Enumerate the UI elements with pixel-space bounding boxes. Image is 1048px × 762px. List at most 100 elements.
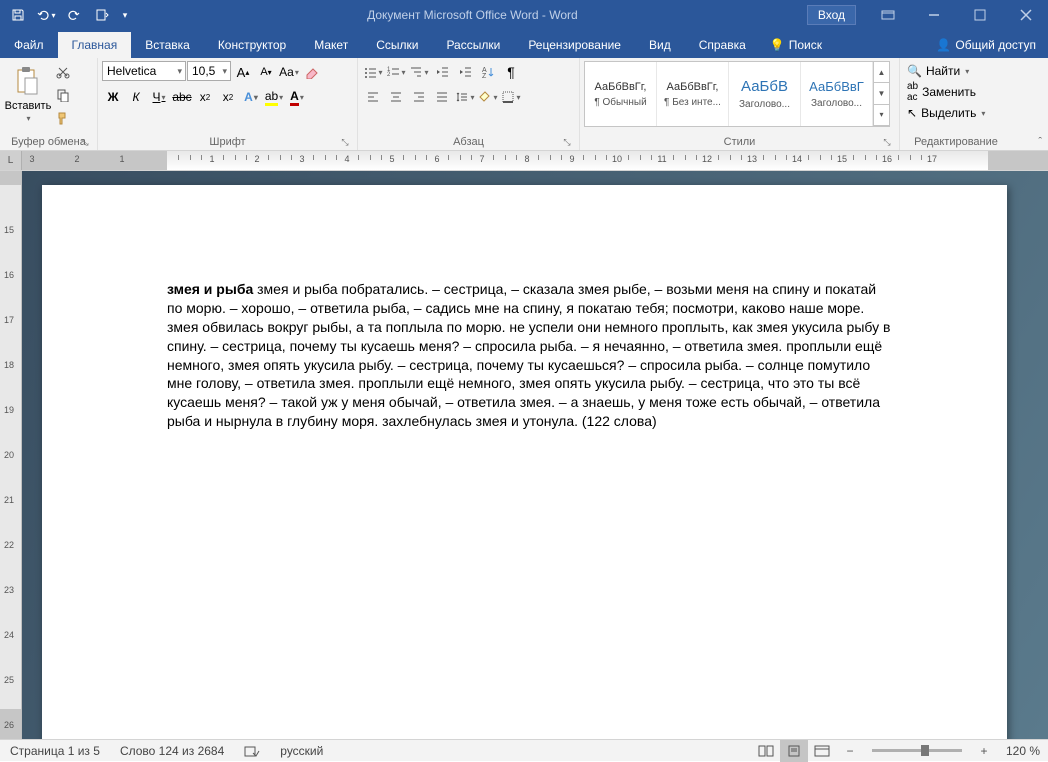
status-language[interactable]: русский [270, 744, 333, 758]
increase-indent-icon[interactable] [454, 61, 476, 83]
change-case-icon[interactable]: Aa▾ [278, 61, 300, 83]
paragraph-launcher-icon[interactable]: ⤡ [561, 137, 573, 149]
align-left-icon[interactable] [362, 86, 384, 108]
underline-button[interactable]: Ч▾ [148, 86, 170, 108]
styles-gallery-nav: ▲ ▼ ▾ [873, 62, 889, 126]
align-right-icon[interactable] [408, 86, 430, 108]
style-heading2[interactable]: АаБбВвГЗаголово... [801, 62, 873, 126]
shading-icon[interactable]: ▾ [477, 86, 499, 108]
undo-icon[interactable]: ▾ [34, 3, 58, 27]
font-launcher-icon[interactable]: ⤡ [339, 137, 351, 149]
multilevel-list-icon[interactable]: ▾ [408, 61, 430, 83]
justify-icon[interactable] [431, 86, 453, 108]
clipboard-launcher-icon[interactable]: ⤡ [79, 137, 91, 149]
styles-more-icon[interactable]: ▾ [874, 105, 889, 126]
select-button[interactable]: ↖Выделить▾ [904, 103, 988, 123]
clear-formatting-icon[interactable] [301, 61, 323, 83]
styles-down-icon[interactable]: ▼ [874, 83, 889, 104]
replace-button[interactable]: abacЗаменить [904, 82, 979, 102]
tab-design[interactable]: Конструктор [204, 32, 300, 58]
copy-icon[interactable] [52, 84, 74, 106]
zoom-slider[interactable] [872, 749, 962, 752]
qat-extra-icon[interactable] [90, 3, 114, 27]
lightbulb-icon: 💡 [770, 38, 785, 52]
maximize-icon[interactable] [958, 0, 1002, 30]
document-scroll[interactable]: змея и рыба змея и рыба побратались. – с… [22, 171, 1048, 739]
grow-font-icon[interactable]: A▴ [232, 61, 254, 83]
tab-review[interactable]: Рецензирование [514, 32, 635, 58]
align-center-icon[interactable] [385, 86, 407, 108]
tab-selector[interactable]: L [0, 151, 22, 170]
tell-me-search[interactable]: 💡Поиск [760, 32, 832, 58]
styles-gallery: АаБбВвГг,¶ Обычный АаБбВвГг,¶ Без инте..… [584, 61, 890, 127]
tab-mailings[interactable]: Рассылки [432, 32, 514, 58]
signin-button[interactable]: Вход [807, 5, 856, 25]
bold-button[interactable]: Ж [102, 86, 124, 108]
superscript-icon[interactable]: x2 [217, 86, 239, 108]
font-size-combo[interactable]: 10,5 [187, 61, 231, 81]
styles-group-label: Стили [724, 136, 756, 148]
zoom-out-button[interactable]: − [836, 740, 864, 762]
minimize-icon[interactable] [912, 0, 956, 30]
tab-help[interactable]: Справка [685, 32, 760, 58]
ruler-horizontal-wrap: L 1231234567891011121314151617 [0, 151, 1048, 171]
subscript-icon[interactable]: x2 [194, 86, 216, 108]
numbering-icon[interactable]: 12▾ [385, 61, 407, 83]
text-effects-icon[interactable]: A▾ [240, 86, 262, 108]
qat-customize-icon[interactable]: ▾ [118, 3, 132, 27]
view-web-icon[interactable] [808, 740, 836, 762]
find-button[interactable]: 🔍Найти▾ [904, 61, 972, 81]
font-name-combo[interactable]: Helvetica [102, 61, 186, 81]
style-normal[interactable]: АаБбВвГг,¶ Обычный [585, 62, 657, 126]
group-clipboard: Вставить ▾ Буфер обмена⤡ [0, 58, 98, 150]
share-button[interactable]: 👤Общий доступ [924, 32, 1048, 58]
tab-layout[interactable]: Макет [300, 32, 362, 58]
ribbon-display-icon[interactable] [866, 0, 910, 30]
borders-icon[interactable]: ▾ [500, 86, 522, 108]
cut-icon[interactable] [52, 61, 74, 83]
ruler-horizontal[interactable]: 1231234567891011121314151617 [22, 151, 1048, 170]
highlight-icon[interactable]: ab▾ [263, 86, 285, 108]
tab-home[interactable]: Главная [58, 32, 132, 58]
decrease-indent-icon[interactable] [431, 61, 453, 83]
ruler-vertical[interactable]: 151617181920212223242526 [0, 171, 22, 739]
save-icon[interactable] [6, 3, 30, 27]
sort-icon[interactable]: AZ [477, 61, 499, 83]
window-title: Документ Microsoft Office Word - Word [138, 8, 807, 22]
format-painter-icon[interactable] [52, 107, 74, 129]
zoom-in-button[interactable]: + [970, 740, 998, 762]
zoom-value[interactable]: 120 % [998, 744, 1048, 758]
status-page[interactable]: Страница 1 из 5 [0, 744, 110, 758]
bullets-icon[interactable]: ▾ [362, 61, 384, 83]
status-proofing-icon[interactable] [234, 744, 270, 758]
italic-button[interactable]: К [125, 86, 147, 108]
zoom-thumb[interactable] [921, 745, 929, 756]
collapse-ribbon-icon[interactable]: ˆ [1038, 136, 1042, 148]
view-print-icon[interactable] [780, 740, 808, 762]
font-color-icon[interactable]: A▾ [286, 86, 308, 108]
styles-launcher-icon[interactable]: ⤡ [881, 137, 893, 149]
document-body[interactable]: змея и рыба змея и рыба побратались. – с… [167, 280, 892, 431]
paste-button[interactable]: Вставить ▾ [4, 61, 52, 127]
font-group-label: Шрифт [209, 136, 245, 148]
style-no-spacing[interactable]: АаБбВвГг,¶ Без инте... [657, 62, 729, 126]
window-controls: Вход [807, 0, 1048, 30]
tab-view[interactable]: Вид [635, 32, 685, 58]
view-read-icon[interactable] [752, 740, 780, 762]
font-name-value: Helvetica [107, 64, 156, 78]
line-spacing-icon[interactable]: ▾ [454, 86, 476, 108]
styles-up-icon[interactable]: ▲ [874, 62, 889, 83]
tab-file[interactable]: Файл [0, 32, 58, 58]
tab-references[interactable]: Ссылки [362, 32, 432, 58]
tab-insert[interactable]: Вставка [131, 32, 204, 58]
close-icon[interactable] [1004, 0, 1048, 30]
status-words[interactable]: Слово 124 из 2684 [110, 744, 234, 758]
show-hide-marks-icon[interactable]: ¶ [500, 61, 522, 83]
status-bar: Страница 1 из 5 Слово 124 из 2684 русски… [0, 739, 1048, 761]
shrink-font-icon[interactable]: A▾ [255, 61, 277, 83]
redo-icon[interactable] [62, 3, 86, 27]
title-bar: ▾ ▾ Документ Microsoft Office Word - Wor… [0, 0, 1048, 30]
style-heading1[interactable]: АаБбВЗаголово... [729, 62, 801, 126]
strikethrough-button[interactable]: abc [171, 86, 193, 108]
ribbon-tabs: Файл Главная Вставка Конструктор Макет С… [0, 30, 1048, 58]
